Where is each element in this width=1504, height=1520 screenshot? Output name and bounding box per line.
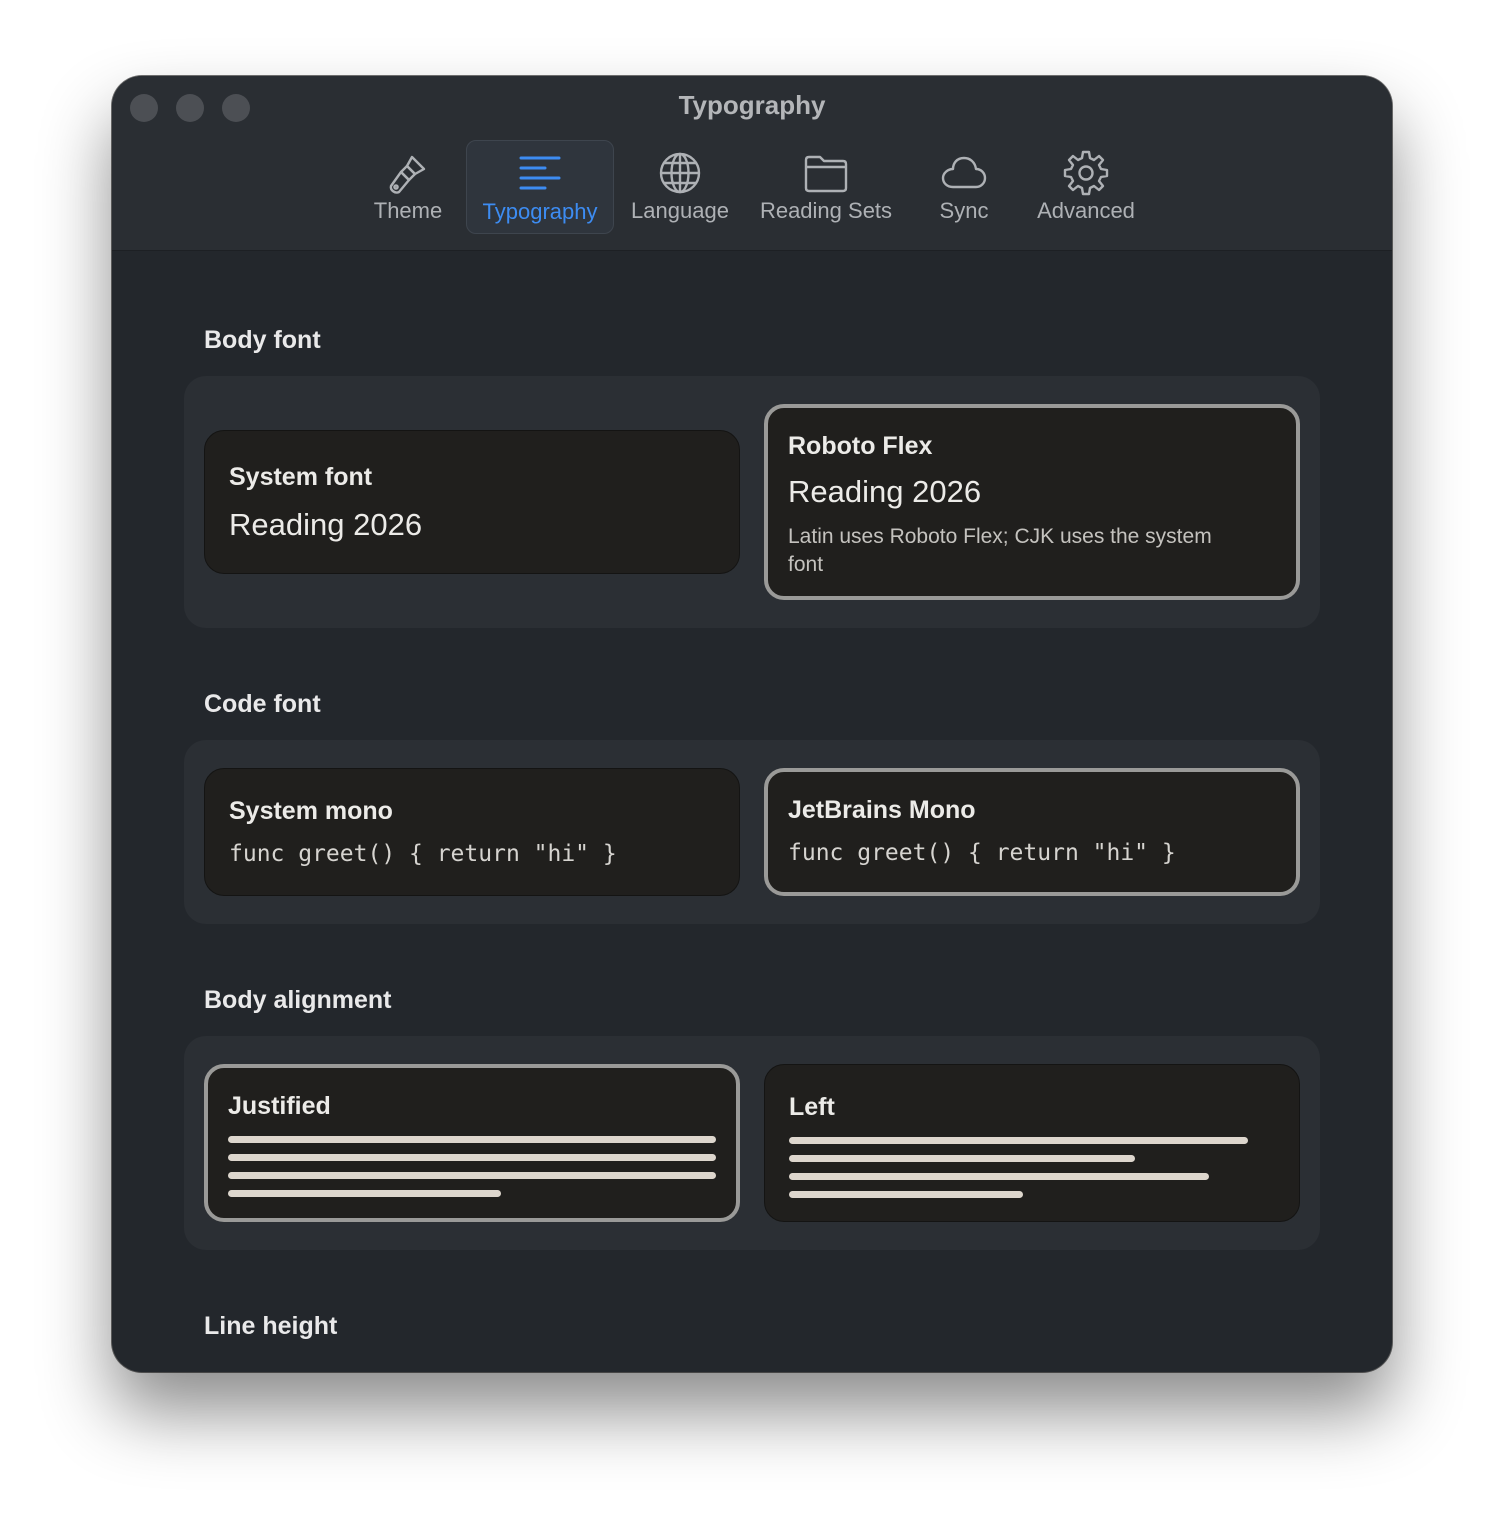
section-title-code-font: Code font [204, 690, 321, 718]
option-note: Latin uses Roboto Flex; CJK uses the sys… [788, 525, 1212, 576]
preview-line [228, 1172, 716, 1179]
body-font-group: System font Reading 2026 Roboto Flex Rea… [184, 376, 1320, 628]
alignment-option-justified[interactable]: Justified [204, 1064, 740, 1222]
code-font-option-jetbrains-mono[interactable]: JetBrains Mono func greet() { return "hi… [764, 768, 1300, 896]
option-name: Left [789, 1093, 835, 1121]
option-name: Roboto Flex [788, 432, 933, 460]
alignment-option-left[interactable]: Left [764, 1064, 1300, 1222]
tab-theme[interactable]: Theme [360, 140, 456, 234]
body-alignment-group: Justified Left [184, 1036, 1320, 1250]
code-font-group: System mono func greet() { return "hi" }… [184, 740, 1320, 924]
globe-icon [659, 152, 701, 194]
section-title-body-font: Body font [204, 326, 321, 354]
tab-reading-sets-label: Reading Sets [759, 198, 893, 223]
preview-line [789, 1191, 1023, 1198]
tab-sync-label: Sync [939, 198, 989, 223]
preview-line [789, 1173, 1209, 1180]
tab-typography-label: Typography [482, 199, 598, 224]
tab-theme-label: Theme [373, 198, 443, 223]
folder-icon [804, 155, 848, 193]
option-code-sample: func greet() { return "hi" } [788, 840, 1176, 866]
option-name: System font [229, 463, 373, 491]
tab-sync[interactable]: Sync [918, 140, 1010, 234]
titlebar: Typography Theme Typography Language Rea… [112, 76, 1392, 251]
section-title-line-height: Line height [204, 1312, 338, 1340]
preview-line [228, 1190, 501, 1197]
tab-language-label: Language [631, 198, 729, 223]
preview-line [789, 1137, 1248, 1144]
window-title: Typography [678, 90, 826, 120]
tab-advanced[interactable]: Advanced [1026, 140, 1146, 234]
option-name: System mono [229, 797, 393, 825]
text-align-icon [519, 156, 561, 190]
option-name: JetBrains Mono [788, 796, 976, 824]
tab-language[interactable]: Language [624, 140, 736, 234]
preferences-toolbar: Theme Typography Language Reading Sets S… [112, 140, 1392, 236]
tab-reading-sets[interactable]: Reading Sets [750, 140, 902, 234]
preferences-window: Typography Theme Typography Language Rea… [112, 76, 1392, 1372]
option-sample: Reading 2026 [229, 507, 423, 542]
preview-line [789, 1155, 1135, 1162]
body-font-option-roboto-flex[interactable]: Roboto Flex Reading 2026 Latin uses Robo… [764, 404, 1300, 600]
gear-icon [1063, 150, 1109, 196]
code-font-option-system-mono[interactable]: System mono func greet() { return "hi" } [204, 768, 740, 896]
option-code-sample: func greet() { return "hi" } [229, 841, 617, 867]
preview-line [228, 1154, 716, 1161]
preview-line [228, 1136, 716, 1143]
body-font-option-system[interactable]: System font Reading 2026 [204, 430, 740, 574]
option-sample: Reading 2026 [788, 474, 982, 509]
tab-advanced-label: Advanced [1037, 198, 1135, 223]
paintbrush-icon [389, 155, 426, 194]
option-name: Justified [228, 1092, 331, 1120]
cloud-icon [941, 156, 987, 189]
tab-typography[interactable]: Typography [466, 140, 614, 234]
section-title-body-alignment: Body alignment [204, 986, 392, 1014]
